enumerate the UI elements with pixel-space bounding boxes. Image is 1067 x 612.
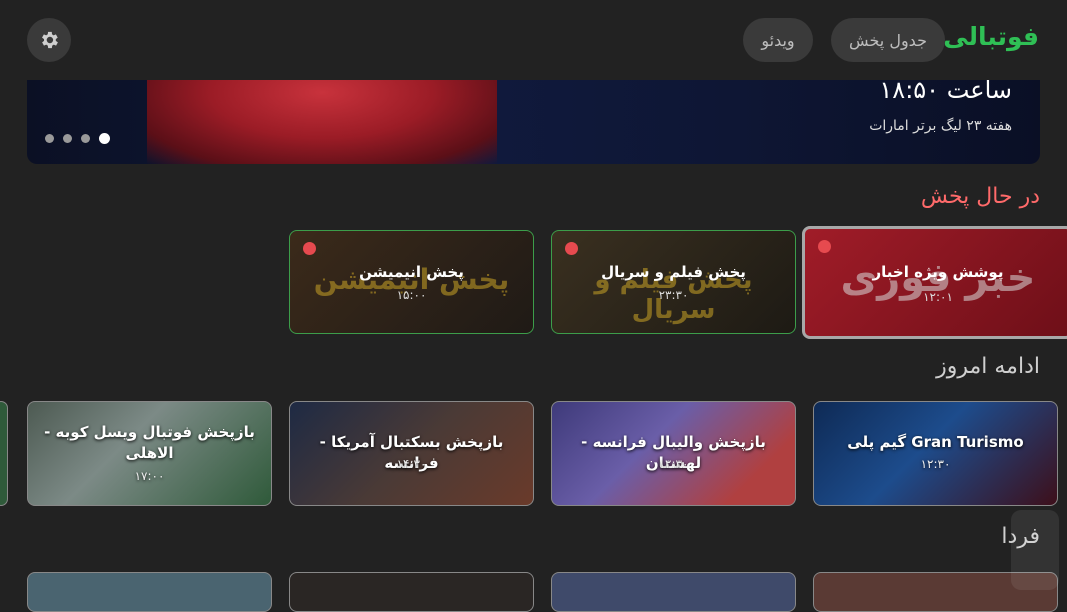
live-indicator-icon bbox=[303, 242, 316, 255]
program-time: ۱۲:۳۰ bbox=[920, 457, 951, 471]
gear-icon bbox=[42, 31, 58, 49]
program-card[interactable] bbox=[551, 572, 796, 612]
program-card[interactable]: گیم پلی Gran Turismo ۱۲:۳۰ bbox=[813, 401, 1058, 506]
live-indicator-icon bbox=[818, 240, 831, 253]
program-card[interactable]: بازپخش فوتبال ویسل کوبه - الاهلی ۱۷:۰۰ bbox=[27, 401, 272, 506]
program-card-partial[interactable] bbox=[0, 401, 8, 506]
program-card[interactable] bbox=[289, 572, 534, 612]
program-card[interactable]: بازپخش بسکتبال آمریکا - فرانسه ۱۴:۳۰ bbox=[289, 401, 534, 506]
carousel-dot[interactable] bbox=[45, 134, 54, 143]
carousel-dot[interactable] bbox=[81, 134, 90, 143]
nav-video-button[interactable]: ویدئو bbox=[743, 18, 813, 62]
program-title: گیم پلی Gran Turismo bbox=[847, 433, 1024, 451]
carousel-dot-active[interactable] bbox=[99, 133, 110, 144]
live-channel-card[interactable]: پخش فیلم و سریال پخش فیلم و سریال ۲۳:۳۰ bbox=[551, 230, 796, 334]
hero-time: ساعت ۱۸:۵۰ bbox=[879, 76, 1012, 104]
live-channel-card[interactable]: خبر فوری پوشش ویژه اخبار ۱۲:۰۱ bbox=[802, 226, 1067, 339]
carousel-dot[interactable] bbox=[63, 134, 72, 143]
live-channel-card[interactable]: پخش انیمیشن پخش انیمیشن ۱۵:۰۰ bbox=[289, 230, 534, 334]
program-time: ۱۲:۳۰ bbox=[658, 457, 689, 471]
nav-schedule-button[interactable]: جدول پخش bbox=[831, 18, 945, 62]
channel-time: ۱۲:۰۱ bbox=[923, 290, 953, 304]
carousel-dots bbox=[45, 133, 110, 144]
settings-button[interactable] bbox=[27, 18, 71, 62]
app-logo[interactable]: فوتبالی bbox=[943, 22, 1039, 51]
watermark-icon bbox=[1011, 510, 1059, 590]
program-time: ۱۷:۰۰ bbox=[134, 469, 165, 483]
channel-title: پخش فیلم و سریال bbox=[601, 263, 746, 281]
live-indicator-icon bbox=[565, 242, 578, 255]
channel-title: پوشش ویژه اخبار bbox=[872, 263, 1004, 281]
program-card[interactable]: بازپخش والیبال فرانسه - لهستان ۱۲:۳۰ bbox=[551, 401, 796, 506]
channel-time: ۱۵:۰۰ bbox=[396, 288, 427, 302]
live-section-title: در حال پخش bbox=[920, 184, 1040, 209]
today-section-title: ادامه امروز bbox=[936, 354, 1040, 379]
channel-title: پخش انیمیشن bbox=[359, 263, 464, 281]
hero-subtitle: هفته ۲۳ لیگ برتر امارات bbox=[869, 118, 1012, 134]
program-card[interactable] bbox=[27, 572, 272, 612]
channel-time: ۲۳:۳۰ bbox=[658, 288, 689, 302]
program-title: بازپخش فوتبال ویسل کوبه - الاهلی bbox=[44, 423, 255, 462]
program-time: ۱۴:۳۰ bbox=[396, 457, 427, 471]
top-bar: فوتبالی جدول پخش ویدئو bbox=[0, 0, 1067, 80]
